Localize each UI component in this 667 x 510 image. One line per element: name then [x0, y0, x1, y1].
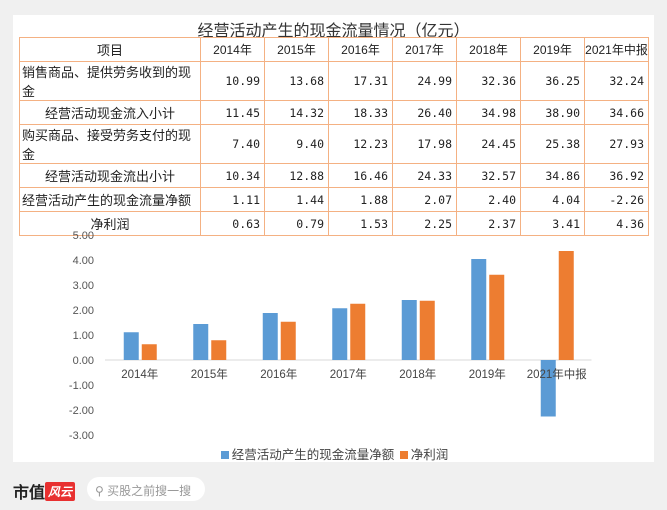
column-header: 2017年 — [392, 37, 457, 62]
table-cell: 16.46 — [328, 163, 393, 188]
row-label: 经营活动现金流入小计 — [19, 100, 201, 125]
table-row: 经营活动现金流入小计 11.45 14.32 18.33 26.40 34.98 38.90… — [19, 100, 649, 125]
y-tick-label: -1.00 — [69, 380, 94, 392]
table-cell: 2.07 — [392, 187, 457, 212]
bar-operating-cashflow — [193, 324, 209, 360]
x-tick-label: 2018年 — [399, 367, 436, 381]
table-cell: 36.25 — [520, 61, 585, 101]
table-cell: 38.90 — [520, 100, 585, 125]
y-tick-label: -3.00 — [69, 430, 94, 442]
bar-net-profit — [350, 303, 366, 360]
bar-net-profit — [141, 344, 157, 360]
y-tick-label: 3.00 — [73, 280, 94, 292]
table-cell: 27.93 — [584, 124, 649, 164]
table-cell: 24.99 — [392, 61, 457, 101]
table-cell: 11.45 — [200, 100, 265, 125]
bar-operating-cashflow — [471, 259, 487, 360]
y-tick-label: 4.00 — [73, 255, 94, 267]
table-cell: 32.57 — [456, 163, 521, 188]
table-row: 购买商品、接受劳务支付的现金 7.40 9.40 12.23 17.98 24.45 25.… — [19, 124, 649, 164]
x-tick-label: 2014年 — [121, 367, 158, 381]
bar-net-profit — [419, 300, 435, 360]
table-cell: 32.36 — [456, 61, 521, 101]
table-cell: 1.88 — [328, 187, 393, 212]
y-tick-label: -2.00 — [69, 405, 94, 417]
table-cell: 25.38 — [520, 124, 585, 164]
x-tick-label: 2017年 — [330, 367, 367, 381]
legend-swatch-profit — [399, 451, 408, 459]
table-cell: 34.98 — [456, 100, 521, 125]
x-tick-label: 2019年 — [469, 367, 506, 381]
row-label: 经营活动产生的现金流量净额 — [19, 187, 201, 212]
column-header: 2018年 — [456, 37, 521, 62]
table-cell: 2.40 — [456, 187, 521, 212]
bar-net-profit — [489, 274, 505, 360]
search-icon: ⚲ — [95, 484, 108, 498]
table-cell: 26.40 — [392, 100, 457, 125]
table-cell: 18.33 — [328, 100, 393, 125]
table-cell: 4.04 — [520, 187, 585, 212]
bar-operating-cashflow — [262, 313, 278, 360]
search-placeholder: 买股之前搜一搜 — [107, 484, 192, 498]
brand-logo: 市值 风云 — [13, 479, 76, 503]
table-cell: 9.40 — [264, 124, 329, 164]
bar-operating-cashflow — [401, 300, 417, 360]
table-row: 经营活动现金流出小计 10.34 12.88 16.46 24.33 32.57 34.86… — [19, 163, 649, 188]
table-cell: -2.26 — [584, 187, 649, 212]
cashflow-table: 项目 2014年 2015年 2016年 2017年 2018年 2019年 2021年中报销… — [19, 37, 649, 236]
table-cell: 24.33 — [392, 163, 457, 188]
table-cell: 12.88 — [264, 163, 329, 188]
bar-net-profit — [280, 321, 296, 360]
table-cell: 10.34 — [200, 163, 265, 188]
legend: 经营活动产生的现金流量净额 净利润 — [0, 444, 667, 463]
bar-operating-cashflow — [332, 308, 348, 360]
table-header-row: 项目 2014年 2015年 2016年 2017年 2018年 2019年 2021年中报 — [19, 37, 649, 62]
bar-net-profit — [558, 251, 574, 360]
y-tick-label: 1.00 — [73, 330, 94, 342]
table-cell: 32.24 — [584, 61, 649, 101]
table-cell: 34.86 — [520, 163, 585, 188]
table-cell: 7.40 — [200, 124, 265, 164]
bar-operating-cashflow — [123, 332, 139, 360]
legend-label-cashflow: 经营活动产生的现金流量净额 — [231, 448, 395, 462]
column-header: 2014年 — [200, 37, 265, 62]
column-header: 2015年 — [264, 37, 329, 62]
y-tick-label: 2.00 — [73, 305, 94, 317]
table-cell: 14.32 — [264, 100, 329, 125]
bar-chart: 5.00 4.00 3.00 2.00 1.00 0.00 -1.00 -2.00 -3.00 2… — [69, 230, 592, 442]
x-tick-label: 2021年中报 — [527, 367, 588, 381]
table-cell: 36.92 — [584, 163, 649, 188]
search-box[interactable]: ⚲ 买股之前搜一搜 — [87, 477, 205, 501]
table-cell: 34.66 — [584, 100, 649, 125]
legend-label-profit: 净利润 — [410, 448, 449, 462]
column-header: 项目 — [19, 37, 201, 62]
table-cell: 17.31 — [328, 61, 393, 101]
y-tick-label: 5.00 — [73, 230, 94, 242]
table-cell: 12.23 — [328, 124, 393, 164]
table-cell: 1.11 — [200, 187, 265, 212]
bar-net-profit — [211, 340, 227, 360]
row-label: 购买商品、接受劳务支付的现金 — [19, 124, 201, 164]
column-header: 2021年中报 — [584, 37, 649, 62]
legend-swatch-cashflow — [220, 451, 229, 459]
table-cell: 10.99 — [200, 61, 265, 101]
row-label: 经营活动现金流出小计 — [19, 163, 201, 188]
table-cell: 17.98 — [392, 124, 457, 164]
x-tick-label: 2016年 — [260, 367, 297, 381]
x-tick-label: 2015年 — [191, 367, 228, 381]
column-header: 2019年 — [520, 37, 585, 62]
column-header: 2016年 — [328, 37, 393, 62]
table-cell: 24.45 — [456, 124, 521, 164]
table-row: 经营活动产生的现金流量净额 1.11 1.44 1.88 2.07 2.40 4.04 -2.… — [19, 187, 649, 212]
table-cell: 1.44 — [264, 187, 329, 212]
table-cell: 13.68 — [264, 61, 329, 101]
row-label: 销售商品、提供劳务收到的现金 — [19, 61, 201, 101]
table-row: 销售商品、提供劳务收到的现金 10.99 13.68 17.31 24.99 32.36 3… — [19, 61, 649, 101]
y-tick-label: 0.00 — [73, 355, 94, 367]
